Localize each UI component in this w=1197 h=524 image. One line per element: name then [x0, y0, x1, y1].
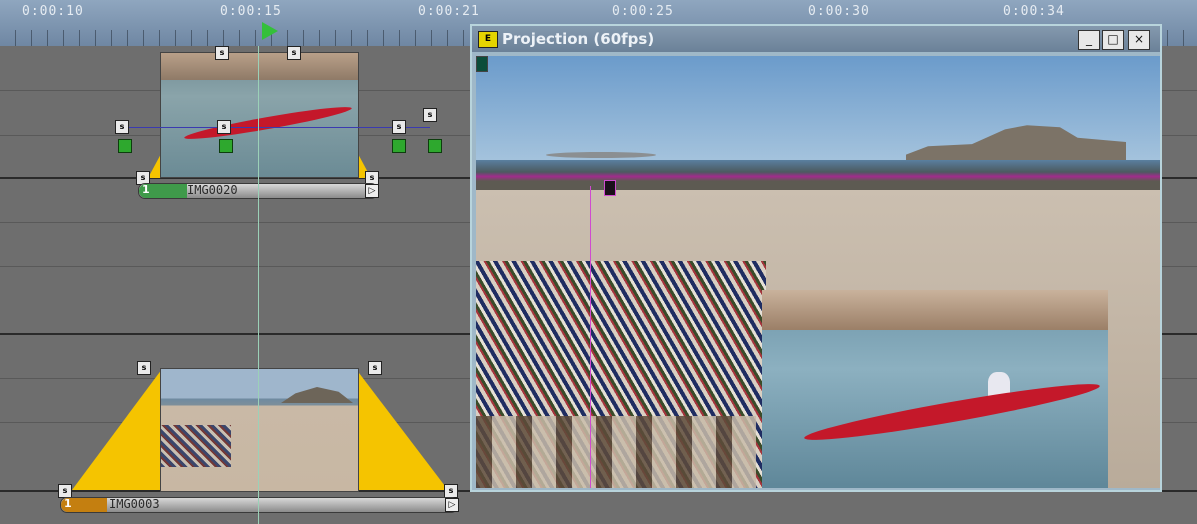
guide-line — [590, 186, 591, 488]
keyframe-handle[interactable]: s — [287, 46, 301, 60]
keyframe-handle[interactable]: s — [368, 361, 382, 375]
ruler-time-label: 0:00:30 — [808, 4, 870, 19]
clip-play-icon[interactable]: ▷ — [365, 184, 379, 198]
ruler-time-label: 0:00:15 — [220, 4, 282, 19]
keyframe-toggle-icon[interactable] — [428, 139, 442, 153]
fade-out-ramp[interactable] — [356, 369, 448, 490]
clip-start-handle[interactable]: s — [58, 484, 72, 498]
maximize-button[interactable]: □ — [1102, 30, 1124, 50]
app-icon: E — [478, 31, 498, 48]
preview-shoreline — [476, 160, 1160, 190]
picture-in-picture-overlay[interactable] — [762, 290, 1108, 488]
clip-name: IMG0003 — [109, 497, 160, 511]
clip-thumbnail-kayak[interactable] — [160, 52, 359, 178]
keyframe-handle[interactable]: s — [115, 120, 129, 134]
keyframe-toggle-icon[interactable] — [118, 139, 132, 153]
keyframe-handle[interactable]: s — [423, 108, 437, 122]
overlay-anchor-marker[interactable] — [476, 56, 488, 72]
projection-preview[interactable] — [476, 56, 1160, 488]
clip-bar-img0003[interactable]: 1 IMG0003 ▷ — [60, 497, 459, 513]
clip-end-handle[interactable]: s — [444, 484, 458, 498]
clip-number: 1 — [64, 497, 72, 510]
close-button[interactable]: × — [1128, 30, 1150, 50]
keyframe-handle[interactable]: s — [217, 120, 231, 134]
keyframe-toggle-icon[interactable] — [392, 139, 406, 153]
keyframe-toggle-icon[interactable] — [219, 139, 233, 153]
preview-island — [546, 152, 656, 158]
minimize-button[interactable]: _ — [1078, 30, 1100, 50]
thumbnail-kayak — [183, 102, 353, 144]
ruler-time-label: 0:00:25 — [612, 4, 674, 19]
clip-thumbnail-beach[interactable] — [160, 368, 359, 492]
keyframe-handle[interactable]: s — [392, 120, 406, 134]
ruler-time-label: 0:00:21 — [418, 4, 480, 19]
preview-wooden-posts — [476, 416, 756, 488]
timeline-cursor[interactable] — [258, 46, 259, 524]
window-title: Projection (60fps) — [502, 30, 655, 48]
keyframe-handle[interactable]: s — [137, 361, 151, 375]
thumbnail-crowd — [161, 425, 231, 467]
ruler-time-label: 0:00:10 — [22, 4, 84, 19]
clip-play-icon[interactable]: ▷ — [445, 498, 459, 512]
overlay-rocks — [762, 290, 1108, 330]
ruler-time-label: 0:00:34 — [1003, 4, 1065, 19]
keyframe-line — [122, 127, 430, 128]
overlay-position-marker[interactable] — [604, 180, 616, 196]
window-titlebar[interactable]: E Projection (60fps) _ □ × — [472, 26, 1160, 52]
fade-in-ramp[interactable] — [72, 369, 162, 490]
overlay-kayak — [802, 376, 1102, 448]
keyframe-handle[interactable]: s — [215, 46, 229, 60]
thumbnail-fort — [281, 387, 353, 403]
projection-window[interactable]: E Projection (60fps) _ □ × — [470, 24, 1162, 492]
playhead-marker[interactable] — [262, 22, 278, 40]
thumbnail-rocks — [161, 53, 358, 81]
clip-name: IMG0020 — [187, 183, 238, 197]
clip-number: 1 — [142, 183, 150, 196]
